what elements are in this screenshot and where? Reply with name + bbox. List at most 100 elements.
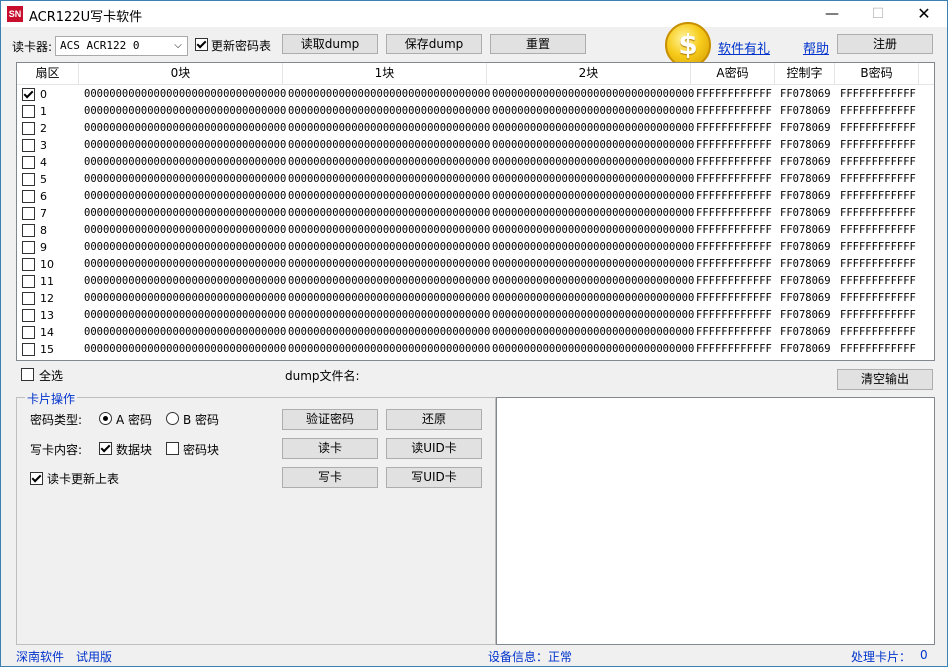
cell-keyb[interactable]: FFFFFFFFFFFF [840, 307, 916, 324]
cell-access[interactable]: FF078069 [780, 290, 831, 307]
row-checkbox[interactable] [22, 139, 35, 152]
cell-b1[interactable]: 00000000000000000000000000000000 [288, 324, 490, 341]
row-checkbox[interactable] [22, 241, 35, 254]
cell-b2[interactable]: 00000000000000000000000000000000 [492, 307, 694, 324]
table-row[interactable]: 9 00000000000000000000000000000000 0000000… [17, 239, 934, 256]
row-checkbox[interactable] [22, 173, 35, 186]
cell-keya[interactable]: FFFFFFFFFFFF [696, 171, 772, 188]
cell-b1[interactable]: 00000000000000000000000000000000 [288, 103, 490, 120]
sector-table[interactable]: 扇区 0块 1块 2块 A密码 控制字 B密码 0 000000000000000… [16, 62, 935, 361]
register-button[interactable]: 注册 [837, 34, 933, 54]
cell-b1[interactable]: 00000000000000000000000000000000 [288, 273, 490, 290]
cell-b0[interactable]: 00000000000000000000000000000000 [84, 205, 286, 222]
cell-keyb[interactable]: FFFFFFFFFFFF [840, 273, 916, 290]
cell-keya[interactable]: FFFFFFFFFFFF [696, 103, 772, 120]
cell-keyb[interactable]: FFFFFFFFFFFF [840, 256, 916, 273]
header-key-b[interactable]: B密码 [835, 63, 919, 84]
table-row[interactable]: 7 00000000000000000000000000000000 0000000… [17, 205, 934, 222]
cell-keyb[interactable]: FFFFFFFFFFFF [840, 290, 916, 307]
table-row[interactable]: 3 00000000000000000000000000000000 0000000… [17, 137, 934, 154]
table-row[interactable]: 1000000000000000000000000000000000000000… [17, 103, 934, 120]
cell-access[interactable]: FF078069 [780, 171, 831, 188]
cell-keya[interactable]: FFFFFFFFFFFF [696, 137, 772, 154]
cell-access[interactable]: FF078069 [780, 324, 831, 341]
cell-keya[interactable]: FFFFFFFFFFFF [696, 239, 772, 256]
row-checkbox[interactable] [22, 224, 35, 237]
table-row[interactable]: 13 00000000000000000000000000000000 000000… [17, 307, 934, 324]
cell-b2[interactable]: 00000000000000000000000000000000 [492, 137, 694, 154]
row-checkbox[interactable] [22, 292, 35, 305]
cell-b2[interactable]: 00000000000000000000000000000000 [492, 222, 694, 239]
help-link[interactable]: 帮助 [803, 38, 829, 57]
cell-b1[interactable]: 00000000000000000000000000000000 [288, 205, 490, 222]
cell-b1[interactable]: 00000000000000000000000000000000 [288, 290, 490, 307]
clear-output-button[interactable]: 清空输出 [837, 369, 933, 390]
key-a-radio[interactable] [99, 412, 112, 425]
cell-b0[interactable]: 00000000000000000000000000000000 [84, 273, 286, 290]
cell-b0[interactable]: 00000000000000000000000000000000 [84, 290, 286, 307]
cell-b0[interactable]: 00000000000000000000000000000000 [84, 171, 286, 188]
key-block-checkbox[interactable] [166, 442, 179, 455]
table-row[interactable]: 11 00000000000000000000000000000000 000000… [17, 273, 934, 290]
cell-keya[interactable]: FFFFFFFFFFFF [696, 324, 772, 341]
cell-access[interactable]: FF078069 [780, 86, 831, 103]
table-row[interactable]: 5 00000000000000000000000000000000 0000000… [17, 171, 934, 188]
cell-b0[interactable]: 00000000000000000000000000000000 [84, 120, 286, 137]
cell-access[interactable]: FF078069 [780, 120, 831, 137]
header-block1[interactable]: 1块 [283, 63, 487, 84]
cell-b1[interactable]: 00000000000000000000000000000000 [288, 120, 490, 137]
row-checkbox[interactable] [22, 207, 35, 220]
cell-b0[interactable]: 00000000000000000000000000000000 [84, 86, 286, 103]
table-row[interactable]: 1000000000000000000000000000000000000000… [17, 256, 934, 273]
table-row[interactable]: 8 00000000000000000000000000000000 0000000… [17, 222, 934, 239]
cell-b0[interactable]: 00000000000000000000000000000000 [84, 154, 286, 171]
cell-keya[interactable]: FFFFFFFFFFFF [696, 188, 772, 205]
read-uid-card-button[interactable]: 读UID卡 [386, 438, 482, 459]
cell-b2[interactable]: 00000000000000000000000000000000 [492, 273, 694, 290]
cell-b1[interactable]: 00000000000000000000000000000000 [288, 222, 490, 239]
row-checkbox[interactable] [22, 275, 35, 288]
row-checkbox[interactable] [22, 343, 35, 356]
cell-access[interactable]: FF078069 [780, 307, 831, 324]
reset-button[interactable]: 重置 [490, 34, 586, 54]
reader-select[interactable]: ACS ACR122 0 ⌵ [55, 36, 188, 56]
row-checkbox[interactable] [22, 309, 35, 322]
cell-b1[interactable]: 00000000000000000000000000000000 [288, 137, 490, 154]
cell-keyb[interactable]: FFFFFFFFFFFF [840, 103, 916, 120]
cell-b2[interactable]: 00000000000000000000000000000000 [492, 290, 694, 307]
title-bar[interactable]: SN ACR122U写卡软件 — ☐ ✕ [1, 1, 947, 27]
cell-keyb[interactable]: FFFFFFFFFFFF [840, 188, 916, 205]
cell-access[interactable]: FF078069 [780, 273, 831, 290]
cell-b1[interactable]: 00000000000000000000000000000000 [288, 154, 490, 171]
cell-b0[interactable]: 00000000000000000000000000000000 [84, 137, 286, 154]
cell-b2[interactable]: 00000000000000000000000000000000 [492, 239, 694, 256]
cell-b2[interactable]: 00000000000000000000000000000000 [492, 256, 694, 273]
cell-keyb[interactable]: FFFFFFFFFFFF [840, 154, 916, 171]
cell-access[interactable]: FF078069 [780, 188, 831, 205]
cell-access[interactable]: FF078069 [780, 205, 831, 222]
cell-b2[interactable]: 00000000000000000000000000000000 [492, 188, 694, 205]
row-checkbox[interactable] [22, 190, 35, 203]
cell-access[interactable]: FF078069 [780, 256, 831, 273]
cell-keyb[interactable]: FFFFFFFFFFFF [840, 222, 916, 239]
header-key-a[interactable]: A密码 [691, 63, 775, 84]
cell-b0[interactable]: 00000000000000000000000000000000 [84, 222, 286, 239]
cell-access[interactable]: FF078069 [780, 103, 831, 120]
header-sector[interactable]: 扇区 [17, 63, 79, 84]
cell-b2[interactable]: 00000000000000000000000000000000 [492, 86, 694, 103]
cell-keya[interactable]: FFFFFFFFFFFF [696, 307, 772, 324]
cell-keya[interactable]: FFFFFFFFFFFF [696, 222, 772, 239]
cell-keyb[interactable]: FFFFFFFFFFFF [840, 86, 916, 103]
restore-button[interactable]: 还原 [386, 409, 482, 430]
cell-b1[interactable]: 00000000000000000000000000000000 [288, 341, 490, 358]
cell-b1[interactable]: 00000000000000000000000000000000 [288, 171, 490, 188]
cell-b2[interactable]: 00000000000000000000000000000000 [492, 120, 694, 137]
row-checkbox[interactable] [22, 105, 35, 118]
cell-keya[interactable]: FFFFFFFFFFFF [696, 205, 772, 222]
write-card-button[interactable]: 写卡 [282, 467, 378, 488]
table-row[interactable]: 15 00000000000000000000000000000000 000000… [17, 341, 934, 358]
cell-keya[interactable]: FFFFFFFFFFFF [696, 273, 772, 290]
cell-access[interactable]: FF078069 [780, 154, 831, 171]
output-textarea[interactable] [496, 397, 935, 645]
refresh-table-checkbox[interactable] [30, 472, 43, 485]
